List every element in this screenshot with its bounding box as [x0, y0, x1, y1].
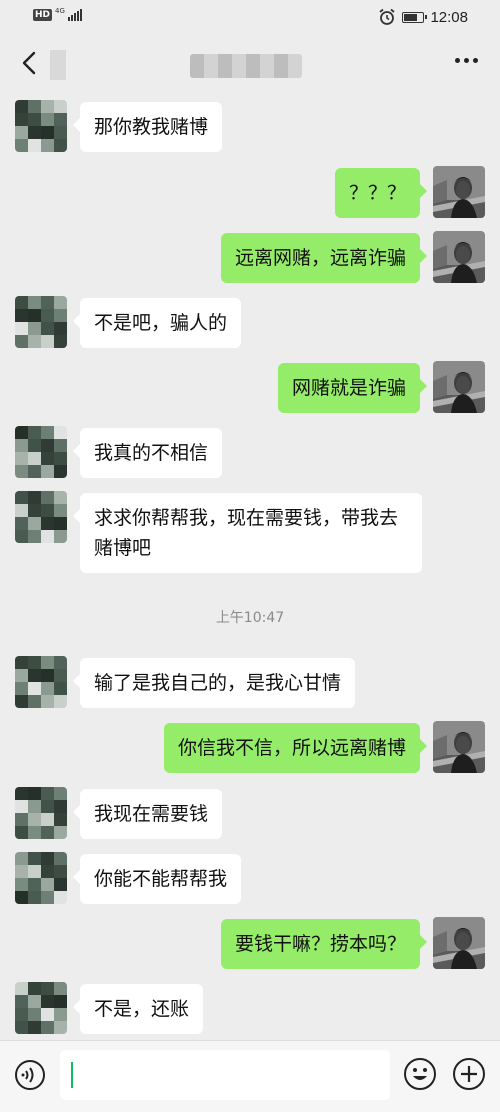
message-received: 你能不能帮帮我: [0, 852, 500, 907]
contact-avatar[interactable]: [15, 982, 67, 1034]
status-bar: HD 4G 12:08: [0, 0, 500, 34]
battery-icon: [402, 11, 428, 23]
network-type: 4G: [55, 6, 65, 15]
emoji-icon[interactable]: [403, 1057, 437, 1091]
message-bubble[interactable]: 不是，还账: [72, 984, 204, 1034]
message-bubble[interactable]: 不是吧，骗人的: [72, 298, 242, 348]
message-bubble[interactable]: 我真的不相信: [72, 428, 223, 478]
message-received: 输了是我自己的，是我心甘情: [0, 656, 500, 711]
voice-icon[interactable]: [14, 1059, 46, 1091]
plus-icon[interactable]: [452, 1057, 486, 1091]
message-received: 那你教我赌博: [0, 100, 500, 155]
message-bubble[interactable]: 那你教我赌博: [72, 102, 223, 152]
message-sent: 网赌就是诈骗: [0, 361, 500, 416]
message-sent: 你信我不信，所以远离赌博: [0, 721, 500, 776]
contact-avatar[interactable]: [15, 491, 67, 543]
contact-avatar[interactable]: [15, 656, 67, 708]
input-bar: [0, 1040, 500, 1112]
message-bubble[interactable]: 网赌就是诈骗: [277, 363, 428, 413]
message-received: 不是吧，骗人的: [0, 296, 500, 351]
contact-avatar[interactable]: [15, 100, 67, 152]
message-bubble[interactable]: 远离网赌，远离诈骗: [220, 233, 428, 283]
user-avatar[interactable]: [433, 917, 485, 969]
message-bubble[interactable]: 输了是我自己的，是我心甘情: [72, 658, 356, 708]
message-bubble[interactable]: 你能不能帮帮我: [72, 854, 242, 904]
contact-avatar[interactable]: [15, 296, 67, 348]
contact-name-blurred: [190, 54, 302, 78]
message-sent: ？？？: [0, 166, 500, 221]
message-bubble[interactable]: 求求你帮帮我，现在需要钱，带我去赌博吧: [73, 493, 422, 573]
message-sent: 远离网赌，远离诈骗: [0, 231, 500, 286]
contact-avatar[interactable]: [15, 787, 67, 839]
message-received: 求求你帮帮我，现在需要钱，带我去赌博吧: [0, 491, 500, 573]
message-sent: 要钱干嘛？捞本吗？: [0, 917, 500, 972]
clock-time: 12:08: [430, 8, 468, 26]
message-received: 我现在需要钱: [0, 787, 500, 842]
text-caret: [71, 1062, 73, 1088]
message-bubble[interactable]: ？？？: [334, 168, 428, 218]
signal-icon: [67, 8, 82, 21]
more-dots-icon[interactable]: [455, 58, 478, 63]
contact-avatar[interactable]: [15, 426, 67, 478]
user-avatar[interactable]: [433, 721, 485, 773]
user-avatar[interactable]: [433, 361, 485, 413]
message-input[interactable]: [60, 1050, 390, 1100]
alarm-icon: [379, 8, 396, 25]
message-received: 我真的不相信: [0, 426, 500, 481]
chevron-left-icon[interactable]: [16, 48, 44, 78]
signal-indicators: HD 4G: [33, 6, 82, 21]
blurred-header-detail: [50, 50, 66, 80]
message-received: 不是，还账: [0, 982, 500, 1037]
user-avatar[interactable]: [433, 166, 485, 218]
message-bubble[interactable]: 要钱干嘛？捞本吗？: [220, 919, 428, 969]
contact-avatar[interactable]: [15, 852, 67, 904]
message-bubble[interactable]: 我现在需要钱: [72, 789, 223, 839]
status-right: 12:08: [378, 8, 468, 26]
chat-timestamp: 上午10:47: [215, 610, 285, 626]
user-avatar[interactable]: [433, 231, 485, 283]
hd-badge: HD: [33, 8, 53, 21]
chat-header: [0, 34, 500, 92]
message-bubble[interactable]: 你信我不信，所以远离赌博: [163, 723, 428, 773]
